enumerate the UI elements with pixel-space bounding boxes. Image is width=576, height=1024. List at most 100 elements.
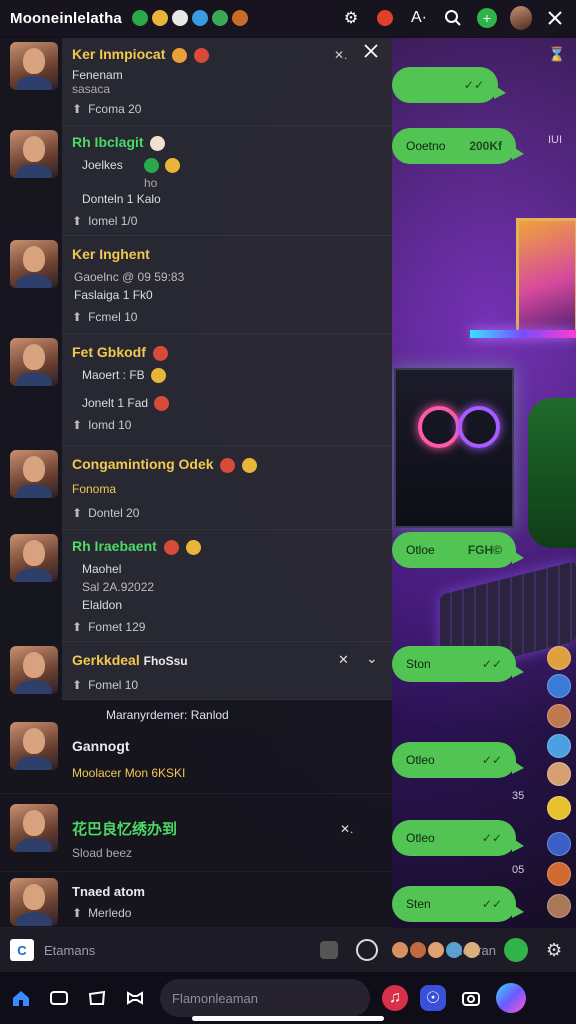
message-bubble[interactable]: Ston ✓✓: [392, 646, 524, 682]
avatar[interactable]: [547, 734, 571, 758]
read-ticks-icon: ✓✓: [481, 831, 502, 845]
chat-meta-text: Iomd 10: [88, 418, 132, 432]
chat-preview: Moolacer Mon 6KSKI: [72, 766, 186, 780]
chat-meta-text: Iomel 1/0: [88, 214, 138, 228]
message-bubble[interactable]: Ooetno 200Kf: [392, 128, 524, 164]
chat-item[interactable]: Gerkkdeal FhoSsu ⬆ Fomel 10 ✕ ⌄: [10, 642, 392, 700]
chat-name: Gannogt: [72, 738, 130, 754]
chat-name: Rh Ibclagit: [72, 134, 144, 150]
wall-poster: [516, 218, 576, 338]
sticker-icon[interactable]: [320, 941, 338, 959]
pin-icon: ⬆: [72, 102, 83, 116]
chat-item[interactable]: Congamintiong Odek Fonoma ⬆ Dontel 20: [10, 446, 392, 530]
avatar[interactable]: [547, 796, 571, 820]
pin-icon: ⬆: [72, 906, 83, 920]
chat-item[interactable]: Rh Ibclagit Joelkes ho Donteln 1 Kalo ⬆ …: [10, 126, 392, 236]
chat-meta: ⬆ Iomd 10: [72, 418, 131, 432]
read-ticks-icon: ✓✓: [481, 657, 502, 671]
messenger-icon[interactable]: ☉: [420, 985, 446, 1011]
mute-icon[interactable]: ✕.: [340, 822, 353, 836]
close-icon[interactable]: [364, 44, 378, 63]
read-ticks-icon: FGH©: [467, 543, 502, 557]
avatar[interactable]: [547, 894, 571, 918]
close-icon[interactable]: ✕: [338, 652, 349, 668]
participants-avatars[interactable]: [392, 942, 480, 958]
ai-icon[interactable]: A·: [408, 7, 430, 29]
camera-icon[interactable]: [458, 985, 484, 1011]
chat-name: Rh Iraebaent: [72, 538, 157, 554]
avatar[interactable]: [547, 762, 571, 786]
chat-list-panel: Ker Inmpiocat Fenenam sasaca ⬆ Fcoma 20 …: [0, 38, 392, 928]
avatar: [10, 646, 58, 694]
green-emoji-icon: [131, 10, 148, 26]
store-icon[interactable]: [84, 985, 110, 1011]
bubble-text: Otloe: [406, 543, 435, 557]
chat-preview: Donteln 1 Kalo: [82, 192, 161, 206]
add-icon[interactable]: +: [476, 7, 498, 29]
chat-item[interactable]: Ker Inghent Gaoelnc @ 09 59:83 Faslaiga …: [10, 236, 392, 334]
chat-item[interactable]: Maranyrdemer: Ranlod Gannogt Moolacer Mo…: [0, 700, 392, 794]
chat-preview: Fenenam: [72, 68, 123, 82]
game-icon[interactable]: [122, 985, 148, 1011]
chat-name: Congamintiong Odek: [72, 456, 214, 472]
message-input[interactable]: Etamans: [44, 943, 95, 958]
chat-preview: Elaldon: [82, 598, 123, 612]
top-actions: ⚙ A· +: [340, 6, 566, 30]
message-bubble[interactable]: ✓✓: [392, 67, 506, 103]
chat-name-extra: FhoSsu: [143, 654, 188, 668]
chat-meta: ⬆ Fomet 129: [72, 620, 145, 634]
avatar[interactable]: [547, 674, 571, 698]
badge-icon[interactable]: [374, 7, 396, 29]
message-bubble[interactable]: Otleo ✓✓: [392, 820, 524, 856]
message-bubble[interactable]: Otloe FGH©: [392, 532, 524, 568]
emoji-icon: [151, 368, 167, 384]
chat-meta: ⬆ Iomel 1/0: [72, 214, 137, 228]
avatar: [10, 534, 58, 582]
lock-icon[interactable]: [356, 939, 378, 961]
chat-item[interactable]: 花巴良忆绣办到 Sload beez ✕.: [0, 794, 392, 872]
avatar: [10, 42, 58, 90]
bubble-text: Ooetno: [406, 139, 446, 153]
assistant-icon[interactable]: [496, 983, 526, 1013]
chat-item[interactable]: Fet Gbkodf Maoert : FB Jonelt 1 Fad ⬆ Io…: [10, 334, 392, 446]
mute-icon[interactable]: ✕.: [334, 48, 347, 62]
pin-icon: ⬆: [72, 310, 83, 324]
timestamp: IUI: [548, 134, 563, 146]
avatar[interactable]: [547, 646, 571, 670]
chat-item[interactable]: Ker Inmpiocat Fenenam sasaca ⬆ Fcoma 20 …: [10, 38, 392, 126]
read-ticks-icon: ✓✓: [463, 78, 484, 92]
avatar: [428, 942, 444, 958]
chat-preview: Merledo: [88, 906, 132, 920]
emoji-icon: [165, 158, 181, 174]
avatar[interactable]: [547, 704, 571, 728]
call-icon[interactable]: [504, 938, 528, 962]
emoji-icon: [194, 47, 210, 63]
chevron-down-icon[interactable]: ⌄: [366, 650, 378, 667]
chat-preview: Joelkes: [82, 158, 123, 172]
chat-meta-text: Dontel 20: [88, 506, 140, 520]
message-bubble[interactable]: Sten ✓✓: [392, 886, 524, 922]
read-ticks-icon: ✓✓: [481, 753, 502, 767]
message-bubble[interactable]: Otleo ✓✓: [392, 742, 524, 778]
chat-item[interactable]: Rh Iraebaent Maohel Sal 2A.92022 Elaldon…: [10, 530, 392, 642]
search-icon[interactable]: [442, 7, 464, 29]
chat-preview: Maohel: [82, 562, 122, 576]
avatar[interactable]: [547, 832, 571, 856]
home-icon[interactable]: [8, 985, 34, 1011]
avatar: [10, 240, 58, 288]
app-badge-icon[interactable]: C: [10, 939, 34, 961]
avatar[interactable]: [547, 862, 571, 886]
chat-item[interactable]: Tnaed atom ⬆ Merledo: [0, 872, 392, 928]
gear-icon[interactable]: ⚙: [546, 940, 562, 961]
search-input[interactable]: Flamonleaman: [160, 979, 370, 1017]
notification-icon[interactable]: ♫: [382, 985, 408, 1011]
profile-avatar[interactable]: [510, 6, 532, 30]
chat-name: Ker Inghent: [72, 246, 150, 262]
chat-preview: Faslaiga 1 Fk0: [74, 288, 153, 302]
gear-icon[interactable]: ⚙: [340, 7, 362, 29]
tv-icon[interactable]: [46, 985, 72, 1011]
speaker-glow: [528, 398, 576, 548]
led-light-bar: [470, 330, 576, 338]
close-icon[interactable]: [544, 7, 566, 29]
emoji-icon: [150, 135, 166, 151]
